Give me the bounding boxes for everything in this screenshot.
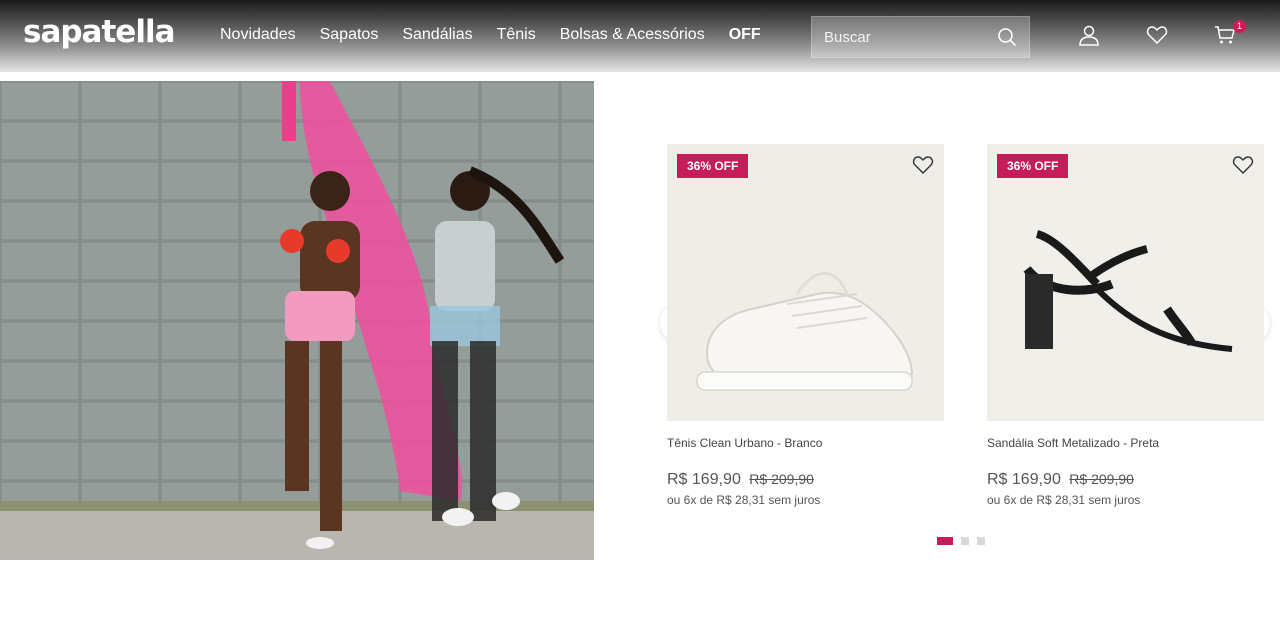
account-icon[interactable] <box>1078 24 1100 46</box>
site-header: sapatella Novidades Sapatos Sandálias Tê… <box>0 0 1280 72</box>
carousel-pagination <box>937 537 985 545</box>
discount-badge: 36% OFF <box>677 154 749 178</box>
installments: ou 6x de R$ 28,31 sem juros <box>987 493 1141 507</box>
main-nav: Novidades Sapatos Sandálias Tênis Bolsas… <box>220 26 785 44</box>
heart-icon[interactable] <box>912 154 934 176</box>
nav-item-novidades[interactable]: Novidades <box>220 26 296 44</box>
product-card[interactable]: 36% OFF Tênis Clean Urbano - Branco R$ 1… <box>667 144 944 507</box>
hero-photo <box>0 81 594 560</box>
old-price: R$ 209,90 <box>749 471 814 487</box>
sandal-illustration <box>987 144 1264 421</box>
product-card[interactable]: 36% OFF Sandália Soft Metalizado - Preta… <box>987 144 1264 507</box>
product-name[interactable]: Sandália Soft Metalizado - Preta <box>987 436 1264 450</box>
nav-item-off[interactable]: OFF <box>729 26 761 44</box>
heart-icon[interactable] <box>1232 154 1254 176</box>
cart-count-badge: 1 <box>1233 20 1246 33</box>
search-icon[interactable] <box>997 27 1017 47</box>
hero-image[interactable] <box>0 81 594 560</box>
installments: ou 6x de R$ 28,31 sem juros <box>667 493 821 507</box>
search-box <box>811 16 1030 58</box>
nav-item-sapatos[interactable]: Sapatos <box>320 26 379 44</box>
pagination-dot[interactable] <box>961 537 969 545</box>
current-price: R$ 169,90 <box>987 471 1061 488</box>
old-price: R$ 209,90 <box>1069 471 1134 487</box>
current-price: R$ 169,90 <box>667 471 741 488</box>
nav-item-bolsas-acessorios[interactable]: Bolsas & Acessórios <box>560 26 705 44</box>
sneaker-illustration <box>667 144 944 421</box>
product-name[interactable]: Tênis Clean Urbano - Branco <box>667 436 944 450</box>
pagination-dot-active[interactable] <box>937 537 953 545</box>
pagination-dot[interactable] <box>977 537 985 545</box>
wishlist-icon[interactable] <box>1146 24 1168 46</box>
product-image[interactable]: 36% OFF <box>987 144 1264 421</box>
discount-badge: 36% OFF <box>997 154 1069 178</box>
nav-item-sandalias[interactable]: Sandálias <box>402 26 472 44</box>
search-input[interactable] <box>812 17 992 57</box>
product-image[interactable]: 36% OFF <box>667 144 944 421</box>
brand-logo[interactable]: sapatella <box>23 14 175 50</box>
product-price: R$ 169,90 R$ 209,90 <box>667 471 944 489</box>
nav-item-tenis[interactable]: Tênis <box>497 26 536 44</box>
product-price: R$ 169,90 R$ 209,90 <box>987 471 1264 489</box>
